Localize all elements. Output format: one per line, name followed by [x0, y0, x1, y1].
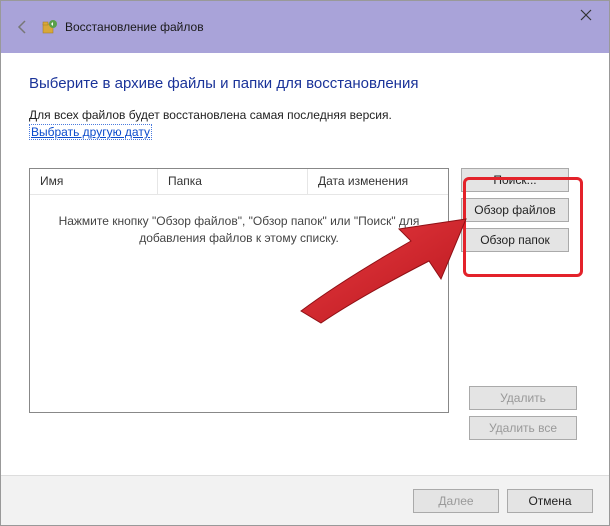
- close-button[interactable]: [563, 1, 609, 29]
- browse-files-button[interactable]: Обзор файлов: [461, 198, 569, 222]
- column-name[interactable]: Имя: [30, 169, 158, 194]
- choose-date-link[interactable]: Выбрать другую дату: [29, 124, 152, 140]
- table-header: Имя Папка Дата изменения: [30, 169, 448, 195]
- page-heading: Выберите в архиве файлы и папки для восс…: [29, 75, 581, 92]
- titlebar: Восстановление файлов: [1, 1, 609, 53]
- column-modified[interactable]: Дата изменения: [308, 169, 448, 194]
- subtext: Для всех файлов будет восстановлена сама…: [29, 108, 581, 122]
- remove-button: Удалить: [469, 386, 577, 410]
- cancel-button[interactable]: Отмена: [507, 489, 593, 513]
- footer: Далее Отмена: [1, 475, 609, 525]
- content-area: Выберите в архиве файлы и папки для восс…: [1, 53, 609, 413]
- side-button-group: Поиск... Обзор файлов Обзор папок: [461, 168, 569, 413]
- search-button[interactable]: Поиск...: [461, 168, 569, 192]
- remove-button-group: Удалить Удалить все: [469, 386, 577, 440]
- window-title: Восстановление файлов: [65, 20, 204, 34]
- back-arrow-icon[interactable]: [11, 15, 35, 39]
- file-list-table: Имя Папка Дата изменения Нажмите кнопку …: [29, 168, 449, 413]
- restore-files-icon: [41, 18, 59, 36]
- next-button: Далее: [413, 489, 499, 513]
- remove-all-button: Удалить все: [469, 416, 577, 440]
- table-empty-message: Нажмите кнопку "Обзор файлов", "Обзор па…: [30, 195, 448, 266]
- browse-folders-button[interactable]: Обзор папок: [461, 228, 569, 252]
- column-folder[interactable]: Папка: [158, 169, 308, 194]
